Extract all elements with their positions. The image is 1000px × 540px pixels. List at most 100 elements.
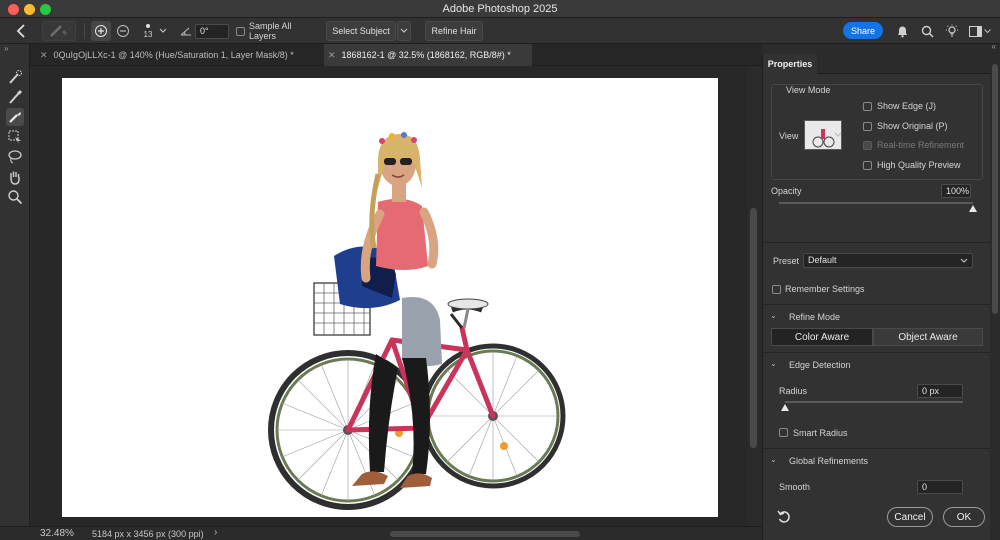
brush-size-picker[interactable]: 13 xyxy=(140,21,156,41)
show-original-checkbox[interactable] xyxy=(863,122,872,131)
hand-icon xyxy=(10,171,20,185)
hand-tool[interactable] xyxy=(6,168,24,186)
document-tab-2-active[interactable]: ✕ 1868162-1 @ 32.5% (1868162, RGB/8#) * xyxy=(324,44,532,66)
document-canvas[interactable] xyxy=(62,78,718,517)
high-quality-preview-checkbox[interactable] xyxy=(863,161,872,170)
refine-mode-title[interactable]: Refine Mode xyxy=(789,312,840,322)
restore-original-edge-button[interactable] xyxy=(113,21,133,41)
realtime-refinement-checkbox xyxy=(863,141,872,150)
cyclist-photo-image xyxy=(268,132,566,510)
refine-mode-chevron-icon[interactable]: ⌄ xyxy=(770,311,777,320)
horizontal-scrollbar-thumb[interactable] xyxy=(390,531,580,537)
zoom-tool[interactable] xyxy=(6,188,24,206)
tool-preset-picker[interactable] xyxy=(42,21,76,41)
title-bar: Adobe Photoshop 2025 xyxy=(0,0,1000,18)
view-mode-dropdown[interactable] xyxy=(834,130,842,140)
add-circle-icon xyxy=(95,25,107,37)
document-info: 5184 px x 3456 px (300 ppi) xyxy=(92,529,204,539)
global-refinements-title[interactable]: Global Refinements xyxy=(789,456,868,466)
ok-button[interactable]: OK xyxy=(943,507,985,527)
scrollbar-thumb[interactable] xyxy=(992,64,998,314)
radius-slider-track[interactable] xyxy=(785,401,963,403)
properties-header: Properties xyxy=(763,54,991,74)
smart-radius-label: Smart Radius xyxy=(793,428,848,438)
object-selection-tool[interactable] xyxy=(6,128,24,146)
select-subject-menu-button[interactable] xyxy=(397,21,411,41)
close-tab-icon[interactable]: ✕ xyxy=(328,50,336,61)
canvas-area[interactable] xyxy=(31,66,747,526)
opacity-slider-thumb[interactable] xyxy=(969,205,977,212)
divider xyxy=(763,352,991,353)
brush-tool-active[interactable] xyxy=(6,108,24,126)
scrollbar-thumb[interactable] xyxy=(750,208,757,448)
chevron-down-icon xyxy=(400,28,408,33)
reset-button[interactable] xyxy=(777,510,791,526)
chevron-down-icon xyxy=(159,28,167,33)
quick-selection-tool[interactable] xyxy=(6,68,24,86)
tools-panel: » xyxy=(0,44,30,526)
expand-panel-icon[interactable]: « xyxy=(992,42,996,51)
opacity-input[interactable]: 100% xyxy=(941,184,971,198)
realtime-refinement-label: Real-time Refinement xyxy=(877,140,965,150)
options-bar: 13 0° Sample All Layers Select Subject R… xyxy=(0,18,1000,44)
object-aware-button[interactable]: Object Aware xyxy=(873,328,983,346)
color-aware-button[interactable]: Color Aware xyxy=(771,328,873,346)
properties-scrollbar[interactable] xyxy=(990,54,1000,540)
back-button[interactable] xyxy=(12,21,30,41)
cancel-button[interactable]: Cancel xyxy=(887,507,933,527)
status-menu-chevron-icon[interactable]: › xyxy=(214,527,217,538)
close-tab-icon[interactable]: ✕ xyxy=(40,50,48,61)
view-mode-title: View Mode xyxy=(786,85,831,95)
select-subject-button[interactable]: Select Subject xyxy=(326,21,396,41)
document-tab-label: 0QuIgOjLLXc-1 @ 140% (Hue/Saturation 1, … xyxy=(53,50,294,60)
chevron-down-icon xyxy=(983,28,991,33)
lasso-icon xyxy=(8,150,22,164)
workspace-button[interactable] xyxy=(967,23,983,39)
share-button[interactable]: Share xyxy=(843,22,883,39)
expand-detection-area-button[interactable] xyxy=(91,21,111,41)
chevron-left-icon xyxy=(16,24,25,38)
search-icon xyxy=(921,25,934,38)
status-bar: 32.48% 5184 px x 3456 px (300 ppi) › xyxy=(0,526,762,540)
quick-selection-brush-icon xyxy=(9,70,22,84)
edge-detection-title[interactable]: Edge Detection xyxy=(789,360,851,370)
workspace-dropdown[interactable] xyxy=(982,23,992,39)
brush-size-dropdown[interactable] xyxy=(157,21,169,41)
document-tab-bar: ✕ 0QuIgOjLLXc-1 @ 140% (Hue/Saturation 1… xyxy=(0,44,762,66)
radius-slider-thumb[interactable] xyxy=(781,404,789,411)
discover-button[interactable] xyxy=(944,23,960,39)
smart-radius-checkbox[interactable] xyxy=(779,428,788,437)
document-tab-1[interactable]: ✕ 0QuIgOjLLXc-1 @ 140% (Hue/Saturation 1… xyxy=(36,44,320,66)
collapse-toolbar-icon[interactable]: » xyxy=(4,44,8,53)
remember-settings-label: Remember Settings xyxy=(785,284,865,294)
smooth-input[interactable]: 0 xyxy=(917,480,963,494)
search-button[interactable] xyxy=(919,23,935,39)
preset-value: Default xyxy=(808,255,837,265)
properties-tab[interactable]: Properties xyxy=(763,54,817,74)
refine-edge-brush-tool[interactable] xyxy=(6,88,24,106)
show-edge-checkbox[interactable] xyxy=(863,102,872,111)
app-title: Adobe Photoshop 2025 xyxy=(442,3,558,15)
smooth-label: Smooth xyxy=(779,482,811,492)
canvas-vertical-scrollbar[interactable] xyxy=(747,66,761,526)
view-label: View xyxy=(779,131,799,141)
angle-input[interactable]: 0° xyxy=(195,24,229,39)
edge-detection-chevron-icon[interactable]: ⌄ xyxy=(770,359,777,368)
radius-input[interactable]: 0 px xyxy=(917,384,963,398)
preset-select[interactable]: Default xyxy=(803,253,973,268)
zoom-level[interactable]: 32.48% xyxy=(40,528,74,539)
notifications-button[interactable] xyxy=(894,23,910,39)
show-original-label: Show Original (P) xyxy=(877,121,948,131)
divider xyxy=(763,304,991,305)
undo-icon xyxy=(777,510,790,523)
refine-hair-button[interactable]: Refine Hair xyxy=(425,21,483,41)
show-edge-label: Show Edge (J) xyxy=(877,101,937,111)
opacity-slider-track[interactable] xyxy=(779,202,973,204)
sample-all-layers-checkbox[interactable] xyxy=(234,21,246,41)
separator xyxy=(84,23,85,39)
divider xyxy=(763,448,991,449)
lasso-tool[interactable] xyxy=(6,148,24,166)
angle-icon-wrap xyxy=(180,21,192,41)
global-refinements-chevron-icon[interactable]: ⌄ xyxy=(770,455,777,464)
remember-settings-checkbox[interactable] xyxy=(772,285,781,294)
